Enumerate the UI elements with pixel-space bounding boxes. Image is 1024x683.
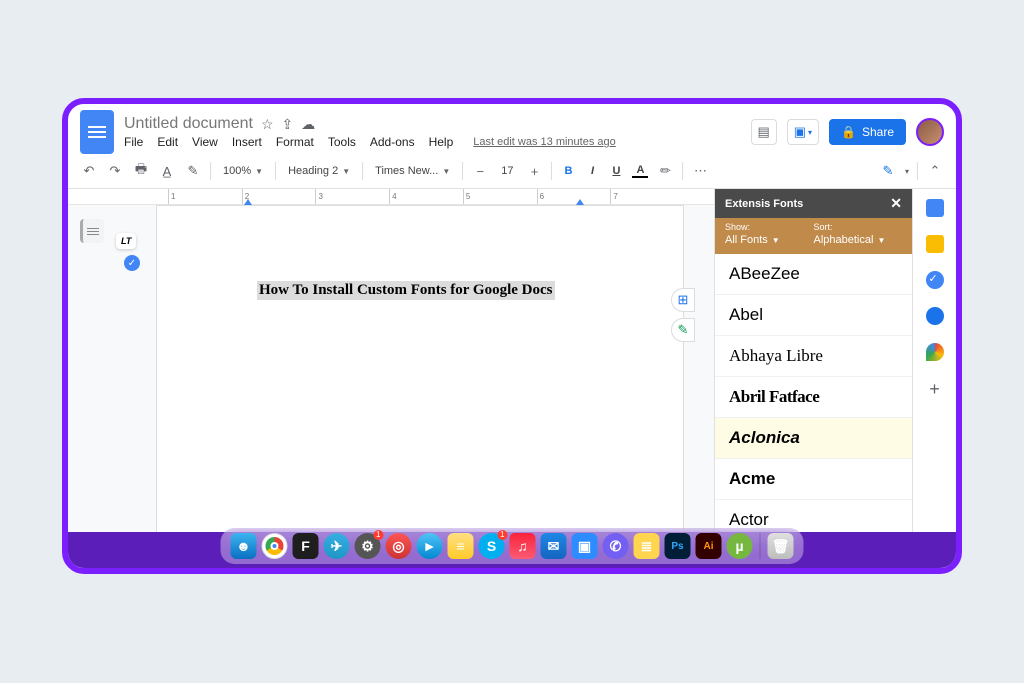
browser-frame: Untitled document ☆ ⇪ ☁ File Edit View I… — [62, 98, 962, 574]
menu-edit[interactable]: Edit — [157, 135, 178, 149]
font-size-input[interactable]: 17 — [497, 165, 517, 177]
dock-finder-icon[interactable]: ☻ — [231, 533, 257, 559]
calendar-icon[interactable] — [926, 199, 944, 217]
document-page[interactable]: How To Install Custom Fonts for Google D… — [156, 205, 684, 568]
menu-file[interactable]: File — [124, 135, 143, 149]
extensis-fonts-panel: Extensis Fonts ✕ Show: All Fonts▼ Sort: … — [714, 189, 912, 568]
languagetool-badge[interactable]: LT — [116, 233, 136, 249]
dock-telegram-icon[interactable]: ✈ — [324, 533, 350, 559]
horizontal-ruler[interactable]: 1234567 — [68, 189, 714, 205]
print-icon[interactable]: 🖶 — [132, 160, 150, 182]
dock-utorrent-icon[interactable]: µ — [727, 533, 753, 559]
underline-button[interactable]: U — [608, 165, 624, 177]
sort-label: Sort: — [814, 222, 903, 232]
maps-icon[interactable] — [926, 343, 944, 361]
zoom-dropdown[interactable]: 100%▼ — [219, 163, 267, 179]
keep-icon[interactable] — [926, 235, 944, 253]
document-canvas[interactable]: 1234567 LT ✓ How To Install Custom Fonts… — [68, 189, 714, 568]
menu-bar: File Edit View Insert Format Tools Add-o… — [124, 135, 741, 149]
font-item[interactable]: Abril Fatface — [715, 377, 912, 418]
dock-photoshop-icon[interactable]: Ps — [665, 533, 691, 559]
outline-toggle-icon[interactable] — [80, 219, 104, 243]
menu-insert[interactable]: Insert — [232, 135, 262, 149]
dock-app2-icon[interactable]: ≣ — [634, 533, 660, 559]
document-heading-text[interactable]: How To Install Custom Fonts for Google D… — [257, 281, 555, 300]
font-item[interactable]: ABeeZee — [715, 254, 912, 295]
bold-button[interactable]: B — [560, 165, 576, 177]
contacts-icon[interactable] — [926, 307, 944, 325]
star-icon[interactable]: ☆ — [261, 116, 274, 133]
add-comment-icon[interactable]: ⊞ — [671, 288, 695, 312]
close-icon[interactable]: ✕ — [890, 195, 902, 212]
menu-view[interactable]: View — [192, 135, 218, 149]
highlight-icon[interactable]: ✏ — [656, 163, 674, 179]
sort-dropdown[interactable]: Alphabetical▼ — [814, 234, 903, 246]
decrease-font-icon[interactable]: − — [471, 164, 489, 179]
style-dropdown[interactable]: Heading 2▼ — [284, 163, 354, 179]
undo-icon[interactable]: ↶ — [80, 163, 98, 179]
increase-font-icon[interactable]: + — [525, 164, 543, 179]
panel-title: Extensis Fonts — [725, 198, 803, 210]
font-item-selected[interactable]: Aclonica — [715, 418, 912, 459]
dock-chrome-icon[interactable] — [262, 533, 288, 559]
font-item[interactable]: Acme — [715, 459, 912, 500]
dock-notes-icon[interactable]: ≡ — [448, 533, 474, 559]
add-addon-icon[interactable]: + — [929, 379, 940, 400]
dock-mail-icon[interactable]: ✉ — [541, 533, 567, 559]
side-rail: + — [912, 189, 956, 568]
font-item[interactable]: Abhaya Libre — [715, 336, 912, 377]
document-title[interactable]: Untitled document — [124, 115, 253, 133]
cloud-status-icon[interactable]: ☁ — [301, 116, 315, 133]
show-dropdown[interactable]: All Fonts▼ — [725, 234, 814, 246]
dock-illustrator-icon[interactable]: Ai — [696, 533, 722, 559]
tasks-icon[interactable] — [926, 271, 944, 289]
redo-icon[interactable]: ↷ — [106, 163, 124, 179]
menu-addons[interactable]: Add-ons — [370, 135, 415, 149]
languagetool-check-icon[interactable]: ✓ — [124, 255, 140, 271]
suggest-edit-icon[interactable]: ✎ — [671, 318, 695, 342]
show-label: Show: — [725, 222, 814, 232]
account-avatar[interactable] — [916, 118, 944, 146]
font-dropdown[interactable]: Times New...▼ — [371, 163, 454, 179]
dock-figma-icon[interactable]: F — [293, 533, 319, 559]
docs-logo-icon[interactable] — [80, 110, 114, 154]
dock-app-icon[interactable]: ◎ — [386, 533, 412, 559]
spellcheck-icon[interactable]: A̲ — [158, 164, 176, 179]
editing-mode-icon[interactable]: ✎ — [879, 163, 897, 179]
toolbar: ↶ ↷ 🖶 A̲ ✎ 100%▼ Heading 2▼ Times New...… — [68, 154, 956, 189]
paint-format-icon[interactable]: ✎ — [184, 163, 202, 179]
more-icon[interactable]: ⋯ — [691, 163, 709, 179]
collapse-toolbar-icon[interactable]: ⌃ — [926, 163, 944, 179]
dock-trash-icon[interactable]: 🗑 — [768, 533, 794, 559]
font-item[interactable]: Abel — [715, 295, 912, 336]
dock-music-icon[interactable]: ♫ — [510, 533, 536, 559]
move-icon[interactable]: ⇪ — [282, 116, 294, 133]
dock-viber-icon[interactable]: ✆ — [603, 533, 629, 559]
share-button[interactable]: 🔒 Share — [829, 119, 906, 145]
menu-tools[interactable]: Tools — [328, 135, 356, 149]
menu-help[interactable]: Help — [429, 135, 454, 149]
dock-zoom-icon[interactable]: ▣ — [572, 533, 598, 559]
macos-dock: ☻ F ✈ ⚙1 ◎ ► ≡ S1 ♫ ✉ ▣ ✆ ≣ Ps Ai µ 🗑 — [221, 528, 804, 564]
lock-icon: 🔒 — [841, 125, 856, 139]
editing-mode-chevron-icon[interactable]: ▾ — [905, 167, 909, 176]
docs-header: Untitled document ☆ ⇪ ☁ File Edit View I… — [68, 104, 956, 154]
meet-button[interactable]: ▣▾ — [787, 119, 819, 145]
comment-history-icon[interactable]: ▤ — [751, 119, 777, 145]
menu-format[interactable]: Format — [276, 135, 314, 149]
italic-button[interactable]: I — [584, 165, 600, 177]
dock-quicktime-icon[interactable]: ► — [417, 533, 443, 559]
font-list[interactable]: ABeeZee Abel Abhaya Libre Abril Fatface … — [715, 254, 912, 538]
last-edit-link[interactable]: Last edit was 13 minutes ago — [473, 136, 615, 148]
text-color-button[interactable]: A — [632, 164, 648, 178]
